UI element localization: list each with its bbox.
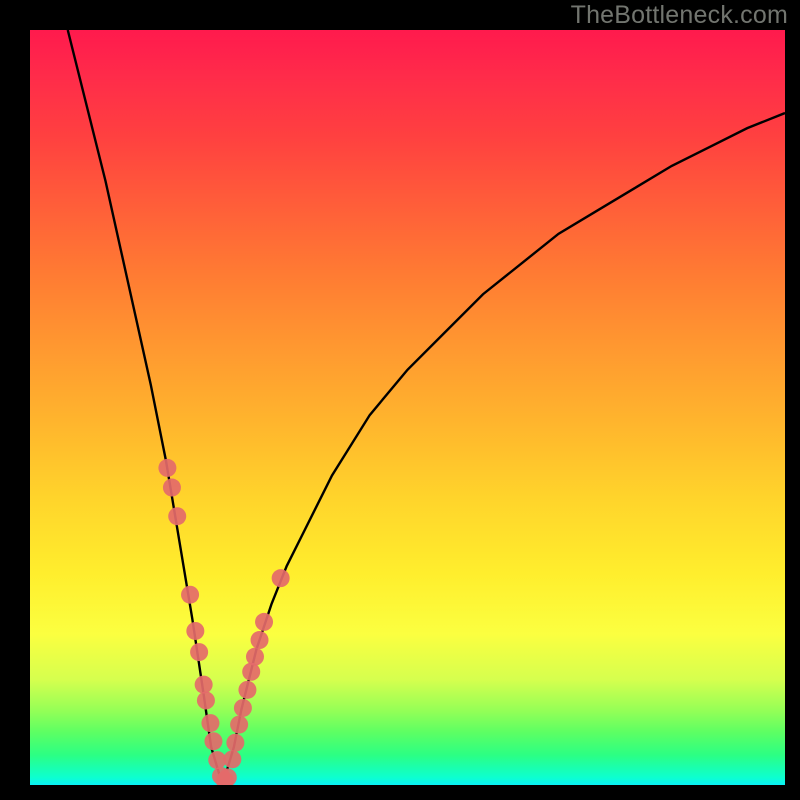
data-point [204,732,222,750]
data-point [163,479,181,497]
data-point [223,750,241,768]
data-point [181,586,199,604]
data-point [230,716,248,734]
data-point [234,699,252,717]
plot-area [30,30,785,785]
data-point [197,691,215,709]
chart-svg [30,30,785,785]
data-point [255,613,273,631]
data-point [168,507,186,525]
data-point [251,631,269,649]
data-point [186,622,204,640]
data-point [242,663,260,681]
data-point [190,643,208,661]
data-point [195,676,213,694]
chart-frame: TheBottleneck.com [0,0,800,800]
data-point [246,648,264,666]
data-point [201,714,219,732]
data-point [158,459,176,477]
watermark-text: TheBottleneck.com [571,1,788,30]
data-point [272,569,290,587]
bottleneck-curve [68,30,785,785]
data-point [238,681,256,699]
data-point [226,734,244,752]
